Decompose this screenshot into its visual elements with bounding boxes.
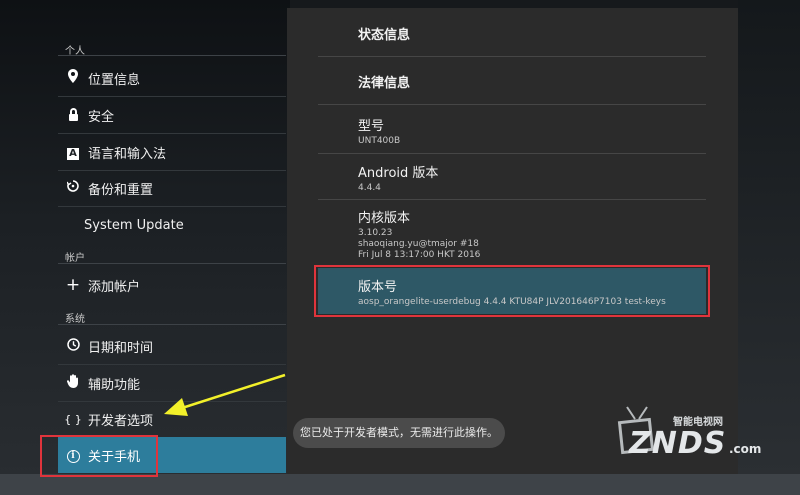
status-info-title: 状态信息 [358,28,411,43]
sidebar-item-date-time[interactable]: 日期和时间 [58,328,286,364]
model-value: UNT400B [358,136,401,146]
kernel-version-title: 内核版本 [358,211,411,226]
detail-divider [318,153,706,154]
znds-watermark-logo: 智能电视网 ZNDS .com [617,406,761,461]
kernel-version-line: Fri Jul 8 13:17:00 HKT 2016 [358,250,481,260]
section-divider [58,263,286,264]
status-info-item[interactable]: 状态信息 [318,24,706,43]
bottom-bar [0,474,800,495]
developer-mode-toast: 您已处于开发者模式，无需进行此操作。 [293,418,505,448]
sidebar-item-location[interactable]: 位置信息 [58,60,286,96]
clock-icon [62,337,84,355]
model-item: 型号 UNT400B [318,115,706,147]
sidebar-item-language[interactable]: A 语言和输入法 [58,134,286,170]
backup-restore-icon [62,180,84,196]
sidebar-item-label: 备份和重置 [88,182,154,198]
lock-icon [62,107,84,123]
yellow-arrow-icon [164,373,286,416]
hand-icon [62,374,84,392]
android-version-value: 4.4.4 [358,183,381,193]
kernel-version-line: shaoqiang.yu@tmajor #18 [358,239,479,249]
android-version-item[interactable]: Android 版本 4.4.4 [318,162,706,194]
sidebar-item-label: 开发者选项 [88,413,154,429]
android-version-title: Android 版本 [358,166,439,181]
legal-info-item[interactable]: 法律信息 [318,72,706,91]
sidebar-item-add-account[interactable]: + 添加帐户 [58,267,286,303]
watermark-suffix: .com [729,442,761,456]
sidebar-item-system-update[interactable]: System Update [58,207,286,243]
language-a-icon: A [62,145,84,160]
section-divider [58,324,286,325]
model-title: 型号 [358,119,385,134]
sidebar-item-backup[interactable]: 备份和重置 [58,170,286,206]
braces-icon: { } [64,412,82,426]
section-header-system: 系统 [65,314,85,325]
sidebar-item-label: 位置信息 [88,72,141,88]
sidebar-item-label: 添加帐户 [88,279,141,295]
plus-icon: + [65,275,81,295]
location-pin-icon [62,69,84,87]
legal-info-title: 法律信息 [358,76,411,91]
detail-divider [318,104,706,105]
sidebar-item-label: 日期和时间 [88,340,154,356]
section-divider [58,55,286,56]
sidebar-item-label: System Update [84,217,184,233]
sidebar-item-label: 语言和输入法 [88,146,167,162]
sidebar-item-label: 安全 [88,109,115,125]
kernel-version-line: 3.10.23 [358,228,393,238]
section-header-accounts: 帐户 [65,253,85,264]
watermark-brand: ZNDS [628,426,726,461]
sidebar-item-label: 辅助功能 [88,377,141,393]
highlight-box-about-phone [40,435,158,477]
detail-divider [318,199,706,200]
kernel-version-item: 内核版本 3.10.23 shaoqiang.yu@tmajor #18 Fri… [318,207,706,261]
detail-divider [318,56,706,57]
sidebar-item-security[interactable]: 安全 [58,97,286,133]
highlight-box-build-number [314,265,710,317]
